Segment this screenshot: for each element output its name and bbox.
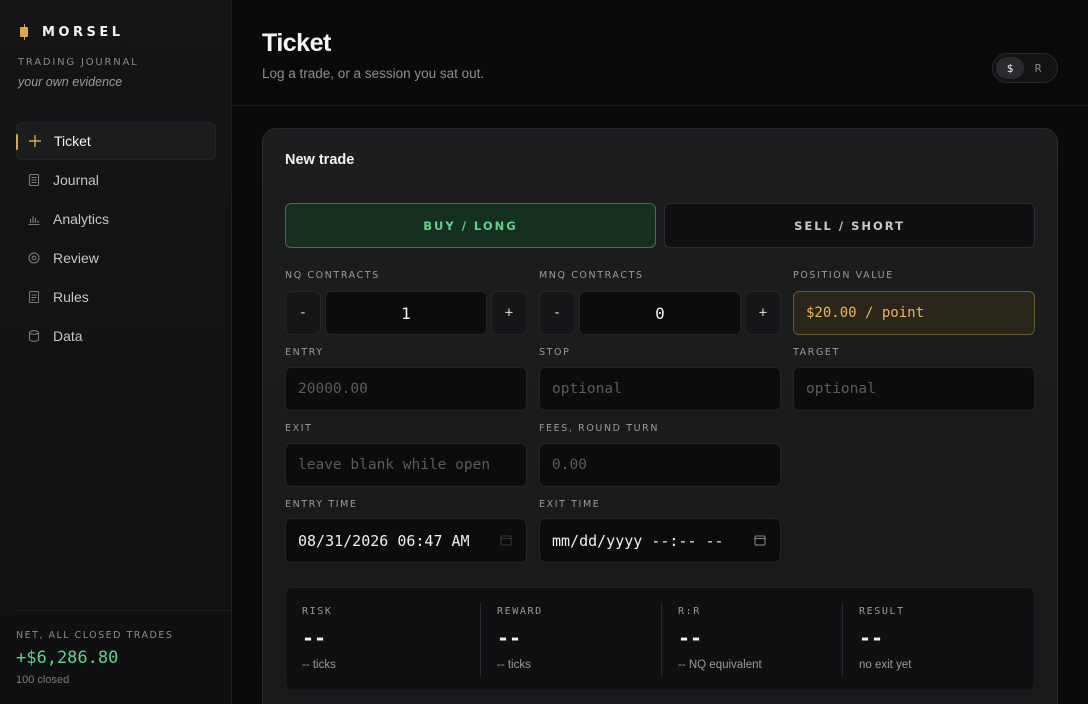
net-summary: NET, ALL CLOSED TRADES +$6,286.80 100 cl… xyxy=(16,610,232,686)
summary-label: RESULT xyxy=(859,606,905,617)
sidebar-item-label: Analytics xyxy=(53,211,110,227)
sell-short-button[interactable]: SELL / SHORT xyxy=(664,203,1035,248)
card-title: New trade xyxy=(285,152,355,168)
nq-increment-button[interactable]: + xyxy=(491,291,527,335)
summary-label: RISK xyxy=(302,606,333,617)
exit-time-label: EXIT TIME xyxy=(539,499,601,510)
sidebar-item-label: Ticket xyxy=(54,133,91,149)
summary-reward: REWARD -- -- ticks xyxy=(480,602,660,676)
list-icon xyxy=(26,289,42,305)
exit-time-value: mm/dd/yyyy --:-- -- xyxy=(552,531,724,550)
unit-toggle: $ R xyxy=(992,53,1058,83)
calendar-icon[interactable] xyxy=(754,534,766,546)
exit-input[interactable] xyxy=(285,443,527,487)
summary-label: REWARD xyxy=(497,606,543,617)
sidebar-item-label: Rules xyxy=(53,289,89,305)
calendar-icon[interactable] xyxy=(500,534,512,546)
entry-input[interactable] xyxy=(285,367,527,411)
summary-value: -- xyxy=(678,626,703,650)
fees-input[interactable] xyxy=(539,443,781,487)
summary-note: -- NQ equivalent xyxy=(678,659,762,671)
database-icon xyxy=(26,328,42,344)
sidebar-item-label: Review xyxy=(53,250,99,266)
bar-chart-icon xyxy=(26,211,42,227)
trade-summary: RISK -- -- ticks REWARD -- -- ticks R:R … xyxy=(285,587,1035,691)
summary-note: -- ticks xyxy=(497,659,531,671)
summary-value: -- xyxy=(497,626,522,650)
target-label: TARGET xyxy=(793,347,840,358)
mnq-increment-button[interactable]: + xyxy=(745,291,781,335)
mnq-decrement-button[interactable]: - xyxy=(539,291,575,335)
entry-time-input[interactable]: 08/31/2026 06:47 AM xyxy=(285,518,527,563)
page-header: Ticket Log a trade, or a session you sat… xyxy=(232,0,1088,106)
position-value-label: POSITION VALUE xyxy=(793,270,894,281)
eye-icon xyxy=(26,250,42,266)
summary-value: -- xyxy=(302,626,327,650)
position-value-display: $20.00 / point xyxy=(793,291,1035,335)
plus-icon xyxy=(27,133,43,149)
stop-input[interactable] xyxy=(539,367,781,411)
nq-contracts-label: NQ CONTRACTS xyxy=(285,270,380,281)
mnq-contracts-label: MNQ CONTRACTS xyxy=(539,270,644,281)
exit-label: EXIT xyxy=(285,423,313,434)
candlestick-logo-icon xyxy=(18,24,32,40)
entry-time-value: 08/31/2026 06:47 AM xyxy=(298,531,470,550)
brand-name: MORSEL xyxy=(42,24,124,40)
entry-time-label: ENTRY TIME xyxy=(285,499,358,510)
sidebar-item-analytics[interactable]: Analytics xyxy=(16,200,216,238)
summary-result: RESULT -- no exit yet xyxy=(842,602,1022,676)
page-subtitle: Log a trade, or a session you sat out. xyxy=(262,66,485,81)
target-input[interactable] xyxy=(793,367,1035,411)
sidebar-item-rules[interactable]: Rules xyxy=(16,278,216,316)
sidebar-item-label: Journal xyxy=(53,172,99,188)
mnq-contracts-value[interactable]: 0 xyxy=(579,291,741,335)
new-trade-card: New trade BUY / LONG SELL / SHORT NQ CON… xyxy=(262,128,1058,704)
sidebar-item-data[interactable]: Data xyxy=(16,317,216,355)
sidebar-item-journal[interactable]: Journal xyxy=(16,161,216,199)
nq-decrement-button[interactable]: - xyxy=(285,291,321,335)
unit-r-option[interactable]: R xyxy=(1024,57,1052,79)
brand-tagline: your own evidence xyxy=(18,75,123,89)
fees-label: FEES, ROUND TURN xyxy=(539,423,660,434)
buy-long-button[interactable]: BUY / LONG xyxy=(285,203,656,248)
sidebar-item-review[interactable]: Review xyxy=(16,239,216,277)
closed-count: 100 closed xyxy=(16,674,70,686)
nq-contracts-value[interactable]: 1 xyxy=(325,291,487,335)
net-label: NET, ALL CLOSED TRADES xyxy=(16,630,174,641)
summary-rr: R:R -- -- NQ equivalent xyxy=(661,602,841,676)
unit-dollar-option[interactable]: $ xyxy=(996,57,1024,79)
exit-time-input[interactable]: mm/dd/yyyy --:-- -- xyxy=(539,518,781,563)
brand-subtitle: TRADING JOURNAL xyxy=(18,57,139,68)
brand: MORSEL xyxy=(18,24,124,40)
summary-note: no exit yet xyxy=(859,659,912,671)
main-content: Ticket Log a trade, or a session you sat… xyxy=(232,0,1088,704)
document-icon xyxy=(26,172,42,188)
net-value: +$6,286.80 xyxy=(16,648,119,668)
summary-note: -- ticks xyxy=(302,659,336,671)
sidebar-item-ticket[interactable]: Ticket xyxy=(16,122,216,160)
entry-label: ENTRY xyxy=(285,347,324,358)
summary-value: -- xyxy=(859,626,884,650)
summary-label: R:R xyxy=(678,606,701,617)
sidebar-nav: Ticket Journal Analytics Review Rules Da… xyxy=(16,122,216,356)
sidebar-item-label: Data xyxy=(53,328,83,344)
page-title: Ticket xyxy=(262,29,331,57)
stop-label: STOP xyxy=(539,347,571,358)
summary-risk: RISK -- -- ticks xyxy=(286,602,466,676)
sidebar: MORSEL TRADING JOURNAL your own evidence… xyxy=(0,0,232,704)
